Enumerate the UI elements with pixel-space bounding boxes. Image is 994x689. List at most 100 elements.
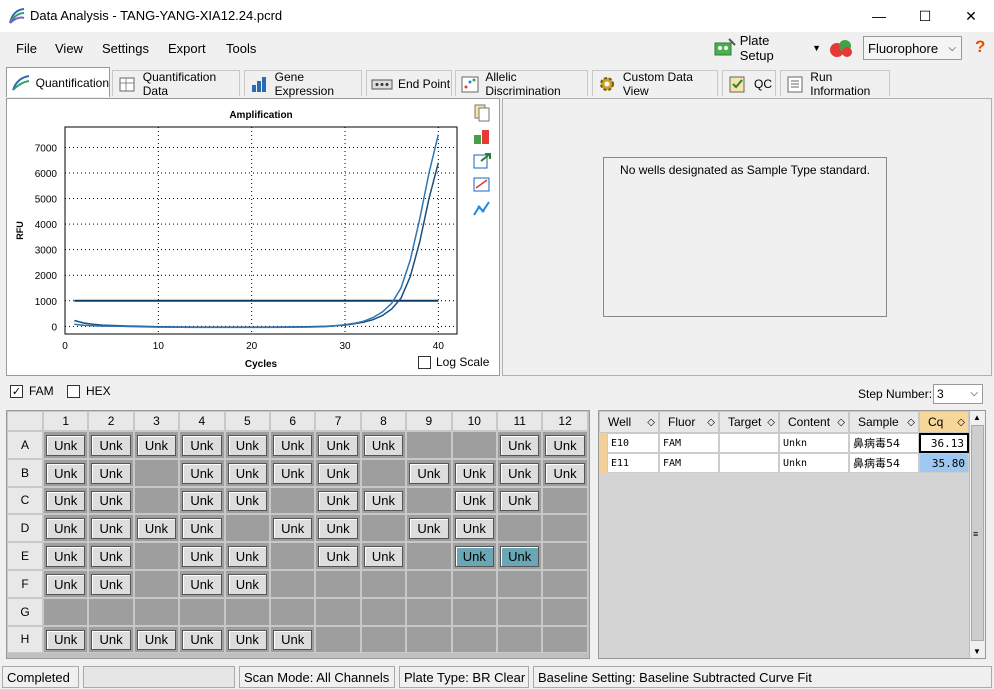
well-button[interactable]: Unk [91, 462, 131, 484]
plate-well[interactable] [270, 597, 316, 626]
plate-column-header[interactable]: 6 [270, 411, 316, 431]
amplification-chart[interactable]: 0 1000 2000 3000 4000 5000 6000 7000 0 10 20 30 40 Am… [7, 99, 477, 375]
plate-well[interactable] [224, 514, 270, 543]
plate-column-header[interactable]: 3 [133, 411, 180, 431]
well-button[interactable]: Unk [136, 629, 177, 651]
plate-well[interactable] [43, 597, 89, 626]
log-scale-option[interactable]: Log Scale [418, 355, 489, 369]
well-button[interactable]: Unk [318, 546, 358, 567]
well-button[interactable]: Unk [136, 435, 177, 456]
tab-run-information[interactable]: Run Information [780, 70, 890, 98]
plate-well[interactable] [542, 570, 588, 598]
well-button[interactable]: Unk [227, 629, 267, 651]
well-button[interactable]: Unk [182, 629, 222, 651]
plate-well[interactable] [270, 570, 316, 598]
maximize-button[interactable]: ☐ [902, 0, 948, 32]
well-button[interactable]: Unk [182, 435, 222, 456]
plate-well[interactable] [133, 542, 180, 570]
results-cell[interactable]: 35.80 [919, 453, 969, 473]
plate-well[interactable] [360, 514, 407, 543]
plate-row-header[interactable]: A [7, 431, 43, 459]
well-button[interactable]: Unk [545, 435, 585, 456]
tab-quantification[interactable]: Quantification [6, 67, 110, 97]
plate-well[interactable] [542, 514, 588, 543]
scroll-up-icon[interactable]: ▲ [973, 413, 981, 422]
plate-well[interactable] [133, 570, 180, 598]
plate-column-header[interactable]: 7 [315, 411, 361, 431]
fam-filter[interactable]: ✓ FAM [10, 384, 54, 398]
plate-well[interactable] [497, 625, 543, 654]
well-button[interactable]: Unk [318, 462, 358, 484]
results-column-header[interactable]: Cq ◇ [919, 411, 969, 433]
results-cell[interactable]: Unkn [779, 433, 849, 453]
results-cell[interactable]: 鼻病毒54 [849, 453, 919, 473]
well-button[interactable]: Unk [454, 518, 494, 540]
well-button[interactable]: Unk [46, 462, 86, 484]
results-cell[interactable]: FAM [659, 433, 719, 453]
results-cell[interactable]: E11 [607, 453, 659, 473]
well-button[interactable]: Unk [363, 435, 404, 456]
well-button[interactable]: Unk [182, 518, 222, 540]
plate-row-header[interactable]: F [7, 570, 43, 598]
plate-setup-button[interactable]: Plate Setup ▼ [713, 33, 821, 63]
plate-well[interactable] [497, 514, 543, 543]
zoom-chart-icon[interactable] [472, 175, 492, 195]
plate-column-header[interactable]: 8 [360, 411, 407, 431]
plate-well[interactable] [406, 486, 452, 515]
plate-well[interactable] [270, 542, 316, 570]
plate-column-header[interactable]: 5 [224, 411, 270, 431]
plate-well[interactable] [360, 625, 407, 654]
plate-column-header[interactable]: 10 [451, 411, 497, 431]
sort-icon[interactable]: ◇ [837, 417, 845, 428]
well-button[interactable]: Unk [318, 490, 358, 512]
well-button[interactable]: Unk [91, 574, 131, 595]
plate-well[interactable] [270, 486, 316, 515]
well-button[interactable]: Unk [363, 546, 404, 567]
hex-checkbox[interactable] [67, 384, 80, 398]
plate-row-header[interactable]: C [7, 486, 43, 515]
plate-well[interactable] [451, 597, 497, 626]
well-button[interactable]: Unk [227, 435, 267, 456]
results-cell[interactable]: FAM [659, 453, 719, 473]
sort-icon[interactable]: ◇ [707, 417, 715, 428]
results-column-header[interactable]: Fluor ◇ [659, 411, 719, 433]
menu-export[interactable]: Export [168, 41, 206, 56]
sort-icon[interactable]: ◇ [957, 417, 965, 428]
tab-end-point[interactable]: End Point [366, 70, 452, 96]
well-button[interactable]: Unk [227, 574, 267, 595]
well-button[interactable]: Unk [46, 574, 86, 595]
plate-well[interactable] [224, 597, 270, 626]
well-button[interactable]: Unk [318, 518, 358, 540]
well-button[interactable]: Unk [500, 490, 540, 512]
traffic-light-icon[interactable] [829, 37, 855, 59]
plate-row-header[interactable]: H [7, 625, 43, 654]
well-button[interactable]: Unk [454, 462, 494, 484]
well-button[interactable]: Unk [273, 629, 313, 651]
hex-filter[interactable]: HEX [67, 384, 111, 398]
plate-corner[interactable] [7, 411, 43, 431]
tab-custom-data-view[interactable]: Custom Data View [592, 70, 718, 98]
plate-well[interactable] [542, 625, 588, 654]
plate-well[interactable] [406, 625, 452, 654]
well-button[interactable]: Unk [182, 574, 222, 595]
results-cell[interactable]: Unkn [779, 453, 849, 473]
plate-well[interactable] [315, 625, 361, 654]
scroll-down-icon[interactable]: ▼ [973, 647, 981, 656]
tab-qc[interactable]: QC [722, 70, 776, 96]
plate-well[interactable] [451, 570, 497, 598]
fam-checkbox[interactable]: ✓ [10, 384, 23, 398]
sort-icon[interactable]: ◇ [647, 417, 655, 428]
results-cell[interactable]: 36.13 [919, 433, 969, 453]
well-button[interactable]: Unk [500, 546, 540, 567]
plate-well[interactable] [315, 570, 361, 598]
plate-well[interactable] [406, 542, 452, 570]
well-button[interactable]: Unk [91, 546, 131, 567]
plate-well[interactable] [542, 542, 588, 570]
results-cell[interactable] [719, 453, 779, 473]
results-column-header[interactable]: Well ◇ [599, 411, 659, 433]
plate-well[interactable] [542, 597, 588, 626]
results-column-header[interactable]: Content ◇ [779, 411, 849, 433]
plate-well[interactable] [451, 625, 497, 654]
results-scrollbar[interactable]: ▲ ≡ ▼ [969, 411, 985, 658]
well-button[interactable]: Unk [500, 435, 540, 456]
